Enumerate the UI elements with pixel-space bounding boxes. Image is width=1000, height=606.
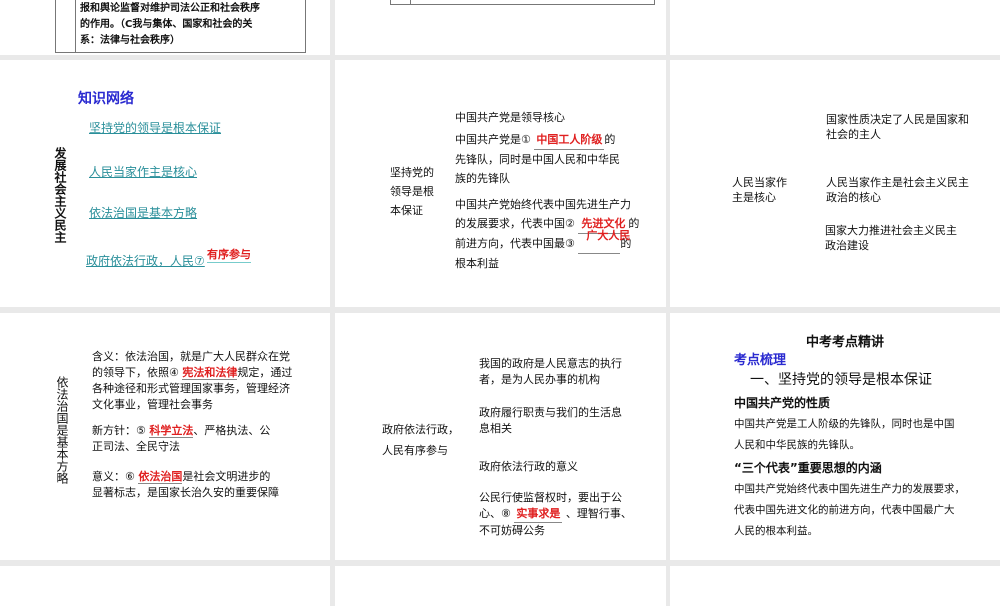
- text: 根本利益: [455, 257, 499, 270]
- text: 公民行使监督权时，要出于公: [479, 491, 622, 504]
- text: 文化事业，管理社会事务: [92, 398, 213, 411]
- text: 中国共产党始终代表中国先进生产力的发展要求，: [734, 483, 965, 495]
- table: 报和舆论监督对维护司法公正和社会秩序 的作用。（C我与集体、国家和社会的关 系：…: [55, 0, 306, 53]
- text: 政治建设: [825, 239, 869, 252]
- text: 各种途径和形式管理国家事务，管理经济: [92, 382, 290, 395]
- link-people-masters[interactable]: 人民当家作主是核心: [89, 163, 197, 180]
- slide-government[interactable]: 政府依法行政， 人民有序参与 我国的政府是人民意志的执行 者，是为人民办事的机构…: [335, 313, 666, 560]
- left-label-line: 政府依法行政，: [382, 423, 459, 436]
- table-text: 报和舆论监督对维护司法公正和社会秩序: [80, 3, 260, 14]
- slide-exam-points[interactable]: 中考考点精讲 考点梳理 一、坚持党的领导是根本保证 中国共产党的性质 中国共产党…: [670, 313, 1000, 560]
- text: 规定，通过: [237, 366, 293, 379]
- left-label-line: 人民当家作: [732, 176, 787, 189]
- text: 中国共产党始终代表中国先进生产力: [455, 198, 631, 211]
- text: 族的先锋队: [455, 172, 510, 185]
- text: 我国的政府是人民意志的执行: [479, 357, 622, 370]
- point-3: 国家大力推进社会主义民主 政治建设: [825, 223, 957, 253]
- text: 代表中国先进文化的前进方向，代表中国最广大: [734, 504, 955, 516]
- point-3: 政府依法行政的意义: [479, 460, 578, 473]
- text: 人民当家作主是社会主义民主: [826, 176, 969, 189]
- point-1: 国家性质决定了人民是国家和 社会的主人: [826, 112, 969, 142]
- section-heading: 一、坚持党的领导是根本保证: [750, 372, 932, 388]
- text: 国家大力推进社会主义民主: [825, 224, 957, 237]
- content: 含义：依法治国，就是广大人民群众在党 的领导下，依照④ 宪法和法律规定，通过 各…: [92, 349, 292, 501]
- slide-thumbnail-3[interactable]: [670, 0, 1000, 55]
- answer-1: 中国工人阶级: [534, 130, 605, 150]
- slide-thumbnail-1[interactable]: 报和舆论监督对维护司法公正和社会秩序 的作用。（C我与集体、国家和社会的关 系：…: [0, 0, 330, 55]
- text: 中国共产党是①: [455, 133, 531, 146]
- table-text: 的作用。（C我与集体、国家和社会的关: [80, 19, 253, 30]
- subheading: 中国共产党的性质: [734, 396, 831, 410]
- slide-thumbnail-11[interactable]: [335, 566, 666, 606]
- point-1: 我国的政府是人民意志的执行 者，是为人民办事的机构: [479, 356, 622, 388]
- left-label: 人民当家作 主是核心: [732, 175, 787, 205]
- text: 的: [604, 133, 616, 146]
- point-4: 公民行使监督权时，要出于公 心、⑧ 实事求是 、理智行事、 不可妨碍公务: [479, 490, 632, 539]
- text: 含义：依法治国，就是广大人民群众在党: [92, 350, 290, 363]
- subheading: “三个代表”重要思想的内涵: [734, 461, 882, 475]
- text: 中国共产党是工人阶级的先锋队，同时也是中国: [734, 418, 955, 430]
- left-label: 政府依法行政， 人民有序参与: [382, 419, 459, 461]
- text: 不可妨碍公务: [479, 524, 545, 537]
- text: 先锋队，同时是中国人民和中华民: [455, 153, 620, 166]
- text: 是社会文明进步的: [182, 470, 271, 483]
- text: 前进方向，代表中国最③: [455, 237, 575, 250]
- text: 国家性质决定了人民是国家和: [826, 113, 969, 126]
- section-label: 考点梳理: [734, 353, 787, 368]
- answer-6: 依法治国: [138, 470, 183, 484]
- paragraph: 中国共产党是工人阶级的先锋队，同时也是中国 人民和中华民族的先锋队。: [734, 414, 955, 456]
- left-label-line: 坚持党的: [390, 166, 434, 179]
- link-rule-of-law[interactable]: 依法治国是基本方略: [89, 204, 197, 221]
- text: 社会的主人: [826, 128, 881, 141]
- left-label-line: 主是核心: [732, 191, 776, 204]
- text: 政府履行职责与我们的生活息: [479, 406, 622, 419]
- left-label: 坚持党的 领导是根 本保证: [390, 163, 434, 220]
- slide-thumbnail-12[interactable]: [670, 566, 1000, 606]
- table: [390, 0, 655, 5]
- text: 政治的核心: [826, 191, 881, 204]
- link-party-leadership[interactable]: 坚持党的领导是根本保证: [89, 119, 221, 136]
- text: 、严格执法、公: [193, 424, 271, 437]
- content: 中国共产党是领导核心 中国共产党是① 中国工人阶级的 先锋队，同时是中国人民和中…: [455, 108, 639, 273]
- text: 的发展要求，代表中国②: [455, 217, 575, 230]
- left-label-line: 领导是根: [390, 185, 434, 198]
- text: 正司法、全民守法: [92, 440, 180, 453]
- slide-knowledge-network[interactable]: 知识网络 发展社会主义民主 坚持党的领导是根本保证 人民当家作主是核心 依法治国…: [0, 60, 330, 307]
- slide-thumbnail-2[interactable]: [335, 0, 666, 55]
- text: 人民的根本利益。: [734, 525, 818, 537]
- text: 息相关: [479, 422, 512, 435]
- answer-7: 有序参与: [207, 248, 251, 263]
- point-2: 人民当家作主是社会主义民主 政治的核心: [826, 175, 969, 205]
- slide-title: 中考考点精讲: [806, 335, 885, 350]
- table-text: 系：法律与社会秩序）: [80, 35, 180, 46]
- slide-rule-of-law[interactable]: 依法治国是基本方略 含义：依法治国，就是广大人民群众在党 的领导下，依照④ 宪法…: [0, 313, 330, 560]
- text: 中国共产党是领导核心: [455, 111, 565, 124]
- slide-people-masters[interactable]: 人民当家作 主是核心 国家性质决定了人民是国家和 社会的主人 人民当家作主是社会…: [670, 60, 1000, 307]
- text: 的领导下，依照④: [92, 366, 179, 379]
- paragraph: 中国共产党始终代表中国先进生产力的发展要求， 代表中国先进文化的前进方向，代表中…: [734, 479, 965, 542]
- text: 者，是为人民办事的机构: [479, 373, 600, 386]
- answer-8: 实事求是: [514, 506, 563, 523]
- left-label-line: 人民有序参与: [382, 444, 448, 457]
- text: 显著标志，是国家长治久安的重要保障: [92, 486, 279, 499]
- answer-4: 宪法和法律: [182, 366, 238, 380]
- text: 心、⑧: [479, 507, 511, 520]
- text: 人民和中华民族的先锋队。: [734, 439, 860, 451]
- slide-title: 知识网络: [78, 91, 134, 107]
- point-2: 政府履行职责与我们的生活息 息相关: [479, 405, 622, 437]
- link-government[interactable]: 政府依法行政，人民⑦: [86, 252, 205, 269]
- side-label: 发展社会主义民主: [53, 147, 67, 243]
- slide-thumbnail-10[interactable]: [0, 566, 330, 606]
- text: 意义：⑥: [92, 470, 135, 483]
- slide-party-leadership[interactable]: 坚持党的 领导是根 本保证 中国共产党是领导核心 中国共产党是① 中国工人阶级的…: [335, 60, 666, 307]
- text: 、理智行事、: [565, 507, 632, 520]
- answer-3: 广大人民: [586, 229, 631, 242]
- side-label: 依法治国是基本方略: [55, 376, 69, 484]
- text: 新方针：⑤: [92, 424, 146, 437]
- answer-5: 科学立法: [149, 424, 194, 438]
- left-label-line: 本保证: [390, 204, 423, 217]
